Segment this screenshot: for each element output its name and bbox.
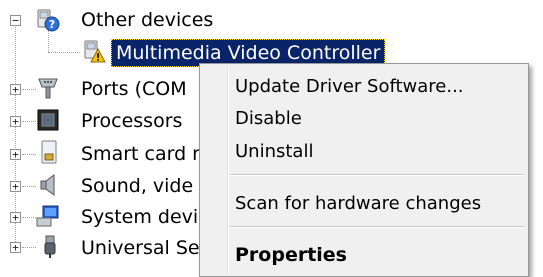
tree-item-sound[interactable]: Sound, vide xyxy=(81,173,193,199)
unknown-device-icon: ? xyxy=(36,8,60,32)
expand-toggle[interactable]: + xyxy=(10,181,21,192)
port-icon xyxy=(36,76,60,100)
speaker-icon xyxy=(38,173,62,197)
tree-line xyxy=(22,217,36,218)
warning-device-icon xyxy=(82,40,106,64)
expand-toggle[interactable]: + xyxy=(10,84,21,95)
collapse-toggle[interactable]: − xyxy=(10,15,21,26)
tree-line xyxy=(22,186,36,187)
processor-icon xyxy=(36,108,60,132)
usb-icon xyxy=(38,235,62,259)
expand-toggle[interactable]: + xyxy=(10,116,21,127)
tree-line xyxy=(22,89,36,90)
menu-item-disable[interactable]: Disable xyxy=(200,102,528,135)
tree-line xyxy=(22,121,36,122)
svg-text:?: ? xyxy=(49,18,55,31)
tree-item-usb[interactable]: Universal Se xyxy=(81,235,200,261)
tree-item-smart-card[interactable]: Smart card r xyxy=(81,141,200,167)
menu-item-scan-hardware[interactable]: Scan for hardware changes xyxy=(200,187,528,220)
menu-separator xyxy=(230,174,524,176)
menu-item-update-driver[interactable]: Update Driver Software... xyxy=(200,70,528,103)
expand-toggle[interactable]: + xyxy=(10,149,21,160)
tree-item-ports[interactable]: Ports (COM xyxy=(81,76,187,102)
menu-separator xyxy=(230,226,524,228)
tree-line xyxy=(22,154,36,155)
tree-line xyxy=(22,247,36,248)
expand-toggle[interactable]: + xyxy=(10,242,21,253)
context-menu: Update Driver Software... Disable Uninst… xyxy=(199,63,529,277)
tree-line xyxy=(48,52,80,53)
tree-item-processors[interactable]: Processors xyxy=(81,108,182,134)
system-device-icon xyxy=(36,204,60,228)
expand-toggle[interactable]: + xyxy=(10,212,21,223)
tree-item-system-devices[interactable]: System devi xyxy=(81,204,198,230)
menu-item-properties[interactable]: Properties xyxy=(200,239,528,272)
tree-item-other-devices[interactable]: Other devices xyxy=(81,7,213,33)
smart-card-icon xyxy=(38,140,62,164)
tree-line xyxy=(48,30,49,52)
menu-item-uninstall[interactable]: Uninstall xyxy=(200,135,528,168)
